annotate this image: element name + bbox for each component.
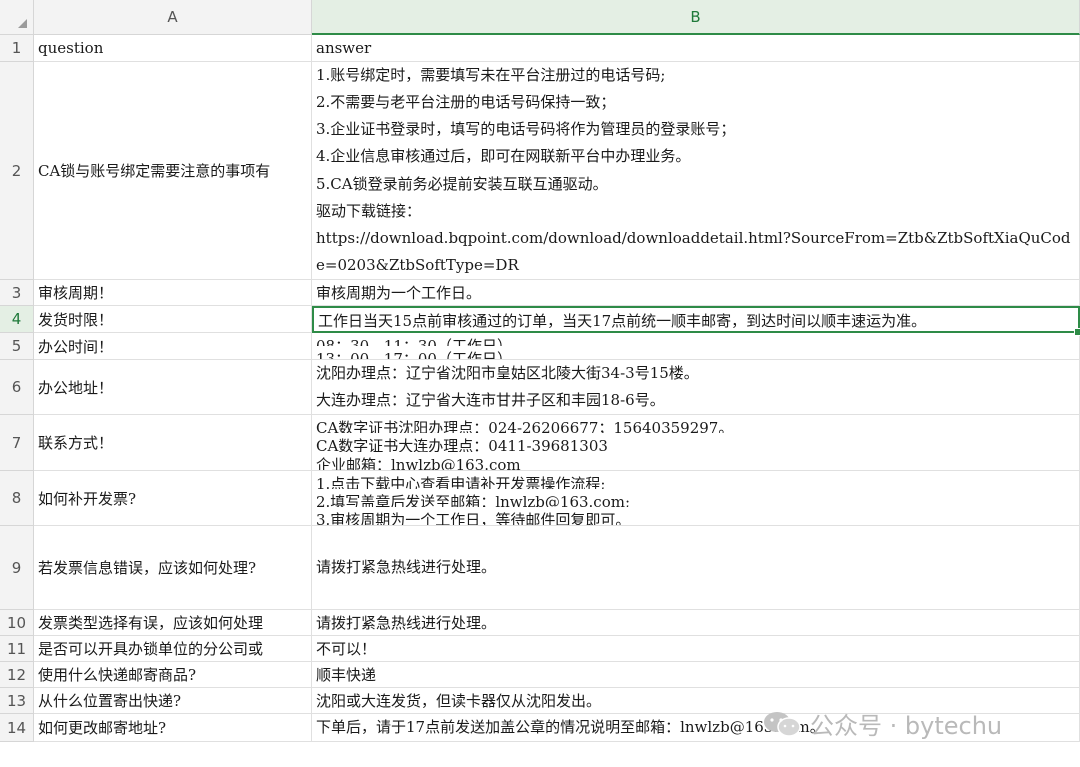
cell-a12[interactable]: 使用什么快递邮寄商品?	[34, 662, 312, 688]
cell-a4[interactable]: 发货时限！	[34, 306, 312, 333]
answer-line: 工作日当天15点前审核通过的订单，当天17点前统一顺丰邮寄，到达时间以顺丰速运为…	[318, 312, 927, 330]
cell-a3[interactable]: 审核周期！	[34, 280, 312, 306]
row-header-10[interactable]: 10	[0, 610, 34, 636]
row-header-9[interactable]: 9	[0, 526, 34, 610]
cell-b5[interactable]: 08：30 - 11：30（工作日） 13：00 - 17：00（工作日）	[312, 333, 1080, 360]
question-text: 办公时间！	[38, 337, 114, 356]
answer-line: 5.CA锁登录前务必提前安装互联互通驱动。	[316, 174, 608, 193]
cell-b11[interactable]: 不可以！	[312, 636, 1080, 662]
row-header-11[interactable]: 11	[0, 636, 34, 662]
cell-a11[interactable]: 是否可以开具办锁单位的分公司或	[34, 636, 312, 662]
cell-a5[interactable]: 办公时间！	[34, 333, 312, 360]
question-text: 从什么位置寄出快递?	[38, 692, 182, 710]
question-text: 发货时限！	[38, 310, 114, 329]
corner-triangle-icon	[18, 19, 27, 28]
question-text: 使用什么快递邮寄商品?	[38, 666, 197, 684]
answer-line: CA数字证书大连办理点：0411-39681303	[316, 437, 608, 452]
cell-b1[interactable]: answer	[312, 35, 1080, 62]
cell-a10[interactable]: 发票类型选择有误，应该如何处理	[34, 610, 312, 636]
answer-line: 2.填写盖章后发送至邮箱：lnwlzb@163.com;	[316, 493, 631, 507]
cell-a2[interactable]: CA锁与账号绑定需要注意的事项有	[34, 62, 312, 280]
cell-b2[interactable]: 1.账号绑定时，需要填写未在平台注册过的电话号码; 2.不需要与老平台注册的电话号…	[312, 62, 1080, 280]
row-header-1[interactable]: 1	[0, 35, 34, 62]
cell-a7[interactable]: 联系方式！	[34, 415, 312, 471]
column-header-b[interactable]: B	[312, 0, 1080, 35]
cell-a9[interactable]: 若发票信息错误，应该如何处理?	[34, 526, 312, 610]
answer-line: 顺丰快递	[316, 666, 377, 684]
answer-line: 08：30 - 11：30（工作日）	[316, 337, 512, 346]
answer-line: 沈阳办理点：辽宁省沈阳市皇姑区北陵大街34-3号15楼。	[316, 364, 699, 382]
answer-line: 不可以！	[316, 640, 377, 658]
answer-line: 3.审核周期为一个工作日，等待邮件回复即可。	[316, 511, 631, 525]
cell-b9[interactable]: 请拨打紧急热线进行处理。	[312, 526, 1080, 610]
question-text: question	[38, 39, 104, 57]
watermark: 公众号 · bytechu	[762, 706, 1002, 741]
question-text: CA锁与账号绑定需要注意的事项有	[38, 162, 271, 180]
row-header-3[interactable]: 3	[0, 280, 34, 306]
answer-line: 企业邮箱：lnwlzb@163.com	[316, 455, 521, 470]
row-header-4[interactable]: 4	[0, 306, 34, 333]
wechat-icon	[764, 711, 801, 737]
watermark-text: 公众号 · bytechu	[810, 712, 1003, 740]
answer-line: 审核周期为一个工作日。	[316, 284, 482, 302]
answer-line: 1.点击下载中心查看申请补开发票操作流程;	[316, 475, 606, 489]
question-text: 是否可以开具办锁单位的分公司或	[38, 640, 264, 658]
answer-line: 请拨打紧急热线进行处理。	[316, 557, 497, 576]
cell-b3[interactable]: 审核周期为一个工作日。	[312, 280, 1080, 306]
answer-line: 4.企业信息审核通过后，即可在网联新平台中办理业务。	[316, 147, 691, 166]
cell-a8[interactable]: 如何补开发票?	[34, 471, 312, 526]
cell-b8[interactable]: 1.点击下载中心查看申请补开发票操作流程; 2.填写盖章后发送至邮箱：lnwlzb…	[312, 471, 1080, 526]
answer-line: 驱动下载链接：	[316, 201, 422, 220]
cell-b12[interactable]: 顺丰快递	[312, 662, 1080, 688]
answer-line: 请拨打紧急热线进行处理。	[316, 614, 497, 632]
question-text: 办公地址！	[38, 378, 114, 397]
cell-b10[interactable]: 请拨打紧急热线进行处理。	[312, 610, 1080, 636]
row-header-12[interactable]: 12	[0, 662, 34, 688]
answer-line: CA数字证书沈阳办理点：024-26206677；15640359297。	[316, 419, 734, 434]
question-text: 若发票信息错误，应该如何处理?	[38, 559, 257, 577]
spreadsheet: A B 1 question answer 2 CA锁与账号绑定需要注意的事项有 1.账号…	[0, 0, 1080, 767]
answer-line: answer	[316, 39, 372, 57]
question-text: 联系方式！	[38, 434, 114, 452]
cell-a13[interactable]: 从什么位置寄出快递?	[34, 688, 312, 714]
row-header-8[interactable]: 8	[0, 471, 34, 526]
cell-b4[interactable]: 工作日当天15点前审核通过的订单，当天17点前统一顺丰邮寄，到达时间以顺丰速运为…	[312, 306, 1080, 333]
row-header-6[interactable]: 6	[0, 360, 34, 415]
column-header-a[interactable]: A	[34, 0, 312, 35]
row-header-13[interactable]: 13	[0, 688, 34, 714]
select-all-corner[interactable]	[0, 0, 34, 35]
row-header-7[interactable]: 7	[0, 415, 34, 471]
answer-line: 2.不需要与老平台注册的电话号码保持一致；	[316, 93, 616, 112]
question-text: 如何更改邮寄地址?	[38, 719, 167, 737]
answer-line: e=0203&ZtbSoftType=DR	[316, 255, 519, 274]
cell-b7[interactable]: CA数字证书沈阳办理点：024-26206677；15640359297。 CA数…	[312, 415, 1080, 471]
answer-line: https://download.bqpoint.com/download/do…	[316, 228, 1071, 247]
question-text: 如何补开发票?	[38, 489, 137, 508]
cell-a1[interactable]: question	[34, 35, 312, 62]
answer-line: 3.企业证书登录时，填写的电话号码将作为管理员的登录账号；	[316, 120, 736, 139]
answer-line: 1.账号绑定时，需要填写未在平台注册过的电话号码;	[316, 66, 666, 84]
question-text: 审核周期！	[38, 284, 114, 302]
row-header-5[interactable]: 5	[0, 333, 34, 360]
cell-a6[interactable]: 办公地址！	[34, 360, 312, 415]
question-text: 发票类型选择有误，应该如何处理	[38, 614, 264, 632]
cell-a14[interactable]: 如何更改邮寄地址?	[34, 714, 312, 742]
answer-line: 大连办理点：辽宁省大连市甘井子区和丰园18-6号。	[316, 391, 665, 409]
row-header-2[interactable]: 2	[0, 62, 34, 280]
row-header-14[interactable]: 14	[0, 714, 34, 742]
cell-b6[interactable]: 沈阳办理点：辽宁省沈阳市皇姑区北陵大街34-3号15楼。 大连办理点：辽宁省大连市…	[312, 360, 1080, 415]
fill-handle[interactable]	[1074, 328, 1080, 336]
answer-line: 13：00 - 17：00（工作日）	[316, 350, 512, 359]
